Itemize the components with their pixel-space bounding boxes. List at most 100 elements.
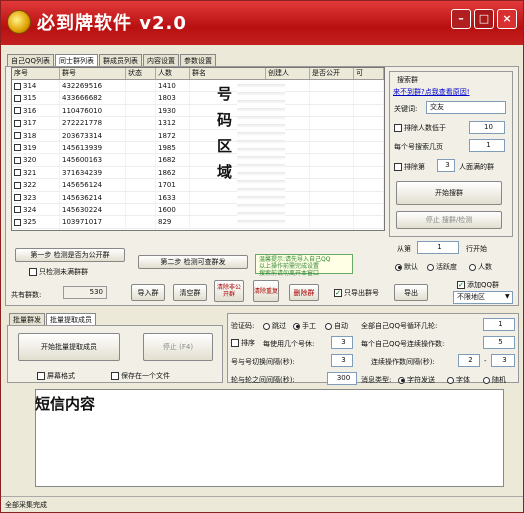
stop-extract-button[interactable]: 停止 (F4) — [143, 333, 213, 361]
sms-content-textarea[interactable] — [35, 389, 504, 487]
col-header[interactable]: 群名 — [190, 68, 266, 79]
op-interval-min-input[interactable]: 2 — [458, 354, 480, 367]
bubble-format-checkbox[interactable]: 屏幕格式 — [37, 371, 75, 381]
round-gap-input[interactable]: 300 — [327, 372, 357, 385]
verify-manual-radio[interactable]: 手工 — [293, 321, 316, 331]
only-private-checkbox[interactable]: 只检测未满群群 — [29, 267, 88, 277]
msg-random-radio[interactable]: 随机 — [483, 375, 506, 385]
row-cell — [126, 80, 156, 92]
sort-activity-radio[interactable]: 活跃度 — [427, 262, 457, 272]
col-header[interactable]: 可 — [354, 68, 384, 79]
row-checkbox[interactable] — [14, 119, 21, 127]
row-checkbox[interactable] — [14, 206, 21, 214]
why-link[interactable]: 来不到群?点我查看原因! — [393, 87, 470, 97]
row-checkbox[interactable] — [14, 107, 21, 115]
col-header[interactable]: 人数 — [156, 68, 190, 79]
table-row[interactable]: 323 145636214 1633 — [12, 191, 384, 204]
row-checkbox[interactable] — [14, 194, 21, 202]
tab-batch-send[interactable]: 批量群发 — [9, 313, 45, 325]
round-gap-label: 轮与轮之间间隔(秒): — [231, 376, 295, 384]
maximize-button[interactable]: □ — [474, 9, 494, 29]
group-table[interactable]: 序号 群号 状态 人数 群名 创建人 是否公开 可 314 432269516 14… — [11, 67, 385, 231]
minimize-button[interactable]: – — [451, 9, 471, 29]
table-row[interactable]: 319 145613939 1985 — [12, 141, 384, 155]
row-index-cell: 321 — [12, 166, 60, 179]
tab-param-settings[interactable]: 参数设置 — [180, 54, 217, 66]
export-button[interactable]: 导出 — [394, 284, 428, 301]
col-header[interactable]: 状态 — [126, 68, 156, 79]
table-row[interactable]: 320 145600163 1682 — [12, 154, 384, 167]
row-checkbox[interactable] — [14, 132, 21, 140]
verify-auto-radio[interactable]: 自动 — [325, 321, 348, 331]
keyword-input[interactable]: 交友 — [426, 101, 506, 114]
tab-member-list[interactable]: 群成员列表 — [99, 54, 143, 66]
col-header[interactable]: 创建人 — [266, 68, 310, 79]
row-cell-blank — [310, 117, 354, 129]
row-cell: 129082894 — [60, 228, 126, 230]
clear-groups-button[interactable]: 清空群 — [173, 284, 207, 301]
exclude-full-input[interactable]: 3 — [437, 159, 455, 172]
pages-input[interactable]: 1 — [469, 139, 505, 152]
step2-check-sendable-button[interactable]: 第二步 检测可查群发 — [138, 255, 248, 269]
sort-default-radio[interactable]: 默认 — [395, 262, 418, 272]
step1-check-public-button[interactable]: 第一步 检测是否为公开群 — [15, 248, 125, 262]
verify-skip-radio[interactable]: 跳过 — [263, 321, 286, 331]
delete-group-button[interactable]: 删除群 — [289, 284, 319, 301]
close-button[interactable]: × — [497, 9, 517, 29]
row-index-cell: 317 — [12, 117, 60, 129]
pages-label: 每个号搜索几页 — [394, 143, 443, 151]
row-checkbox[interactable] — [14, 82, 21, 90]
row-checkbox[interactable] — [14, 218, 21, 226]
switch-interval-input[interactable]: 3 — [331, 354, 353, 367]
table-row[interactable]: 326129082894 400 — [12, 228, 384, 230]
row-checkbox[interactable] — [14, 169, 21, 177]
row-checkbox[interactable] — [14, 94, 21, 102]
clear-duplicates-button[interactable]: 清除重复 — [253, 280, 279, 302]
row-cell — [126, 216, 156, 228]
row-index: 325 — [23, 218, 37, 227]
row-cell — [126, 104, 156, 117]
msg-font-radio[interactable]: 字体 — [447, 375, 470, 385]
exclude-low-checkbox[interactable]: 排除人数低于 — [394, 123, 446, 133]
col-header[interactable]: 序号 — [12, 68, 60, 79]
rest-every-input[interactable]: 3 — [331, 336, 353, 349]
start-search-button[interactable]: 开始搜群 — [396, 181, 502, 205]
col-header[interactable]: 是否公开 — [310, 68, 354, 79]
row-checkbox[interactable] — [14, 144, 21, 152]
loop-rounds-input[interactable]: 1 — [483, 318, 515, 331]
tab-own-qq-list[interactable]: 自己QQ列表 — [7, 54, 55, 66]
table-row[interactable]: 316 110476010 1930 — [12, 104, 384, 118]
stop-search-button[interactable]: 停止 搜群/检测 — [396, 211, 502, 229]
table-row[interactable]: 315 433666682 1803 — [12, 92, 384, 105]
table-row[interactable]: 314 432269516 1410 — [12, 80, 384, 93]
table-row[interactable]: 318 203673314 1872 — [12, 129, 384, 142]
col-header[interactable]: 群号 — [60, 68, 126, 79]
row-cell — [126, 228, 156, 230]
only-export-number-checkbox[interactable]: ✓ 只导出群号 — [334, 288, 379, 298]
row-checkbox[interactable] — [14, 156, 21, 164]
sort-checkbox[interactable]: 排序 — [231, 338, 255, 348]
add-qq-group-checkbox[interactable]: ✓ 添加QQ群 — [457, 280, 499, 290]
row-cell: 1410 — [156, 80, 190, 92]
op-interval-max-input[interactable]: 3 — [491, 354, 515, 367]
save-one-file-checkbox[interactable]: 保存在一个文件 — [111, 371, 170, 381]
msg-text-radio[interactable]: 字符发送 — [398, 375, 435, 385]
table-row[interactable]: 321 371634239 1862 — [12, 166, 384, 180]
exclude-low-input[interactable]: 10 — [469, 121, 505, 134]
table-row[interactable]: 317 272221778 1312 — [12, 117, 384, 130]
table-row[interactable]: 325 103971017 829 — [12, 216, 384, 229]
sort-people-radio[interactable]: 人数 — [469, 262, 492, 272]
region-select[interactable]: 不限地区 — [453, 291, 513, 304]
row-cell-blank — [310, 179, 354, 191]
from-line-input[interactable]: 1 — [417, 241, 459, 254]
row-checkbox[interactable] — [14, 181, 21, 189]
table-row[interactable]: 324 145630224 1600 — [12, 203, 384, 217]
exclude-full-checkbox[interactable]: 排除第 — [394, 162, 425, 172]
clear-private-button[interactable]: 清除非公开群 — [214, 280, 244, 302]
per-qq-input[interactable]: 5 — [483, 336, 515, 349]
row-cell-blank — [310, 92, 354, 104]
start-extract-button[interactable]: 开始批量提取成员 — [18, 333, 120, 361]
import-groups-button[interactable]: 导入群 — [131, 284, 165, 301]
table-row[interactable]: 322 145656124 1701 — [12, 179, 384, 192]
tab-content-settings[interactable]: 内容设置 — [143, 54, 180, 66]
